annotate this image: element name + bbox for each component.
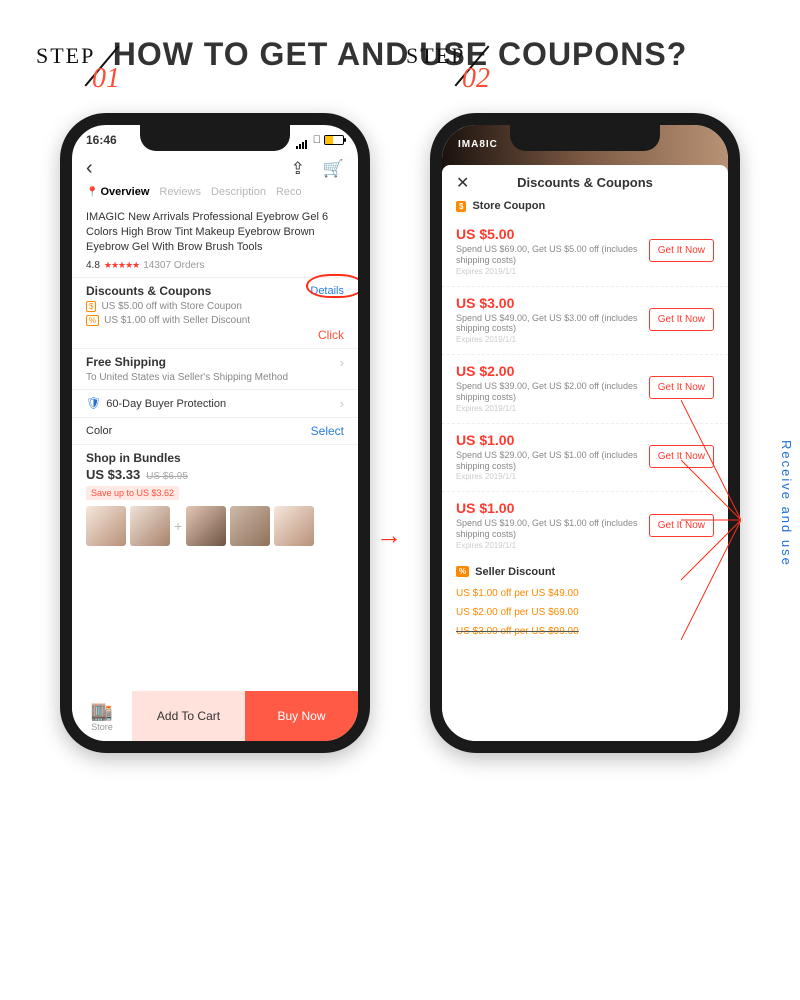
coupon-expiry: Expires 2019/1/1 (456, 404, 649, 413)
plus-icon: + (174, 518, 182, 534)
bundles-heading: Shop in Bundles (86, 451, 344, 465)
coupon-line1: US $5.00 off with Store Coupon (101, 301, 241, 312)
signal-icon (296, 135, 310, 145)
store-coupon-tag-icon: $ (456, 201, 466, 212)
coupon-expiry: Expires 2019/1/1 (456, 541, 649, 550)
step-word: STEP (36, 43, 95, 68)
store-coupon-label: Store Coupon (472, 200, 545, 212)
store-icon: 🏬 (91, 701, 113, 722)
wifi-icon: 􀙇 (313, 134, 321, 146)
bundle-thumb[interactable] (130, 506, 170, 546)
orders-count: 14307 Orders (143, 260, 204, 271)
coupon-condition: Spend US $69.00, Get US $5.00 off (inclu… (456, 244, 649, 266)
bundle-thumb[interactable] (86, 506, 126, 546)
discount-badge-icon: % (86, 315, 99, 326)
bundle-thumb[interactable] (274, 506, 314, 546)
arrow-right-icon: → (376, 520, 402, 551)
coupon-row: US $1.00 Spend US $19.00, Get US $1.00 of… (442, 492, 728, 560)
panel-title: Discounts & Coupons (517, 175, 653, 190)
seller-discount-label: Seller Discount (475, 566, 555, 578)
coupon-row: US $3.00 Spend US $49.00, Get US $3.00 of… (442, 287, 728, 356)
store-button[interactable]: 🏬 Store (72, 691, 132, 741)
coupon-badge-icon: $ (86, 301, 96, 312)
step-number: 01 (92, 63, 120, 95)
coupon-amount: US $1.00 (456, 432, 649, 448)
bundle-thumbs: + (86, 506, 344, 546)
bundle-old-price: US $6.95 (146, 471, 188, 482)
tab-overview[interactable]: 📍Overview (86, 186, 149, 198)
get-it-now-button[interactable]: Get It Now (649, 308, 714, 331)
receive-and-use-label: Receive and use (779, 440, 794, 567)
color-label: Color (86, 425, 112, 437)
product-tabs: 📍Overview Reviews Description Reco (72, 186, 358, 204)
seller-discount-row: US $2.00 off per US $69.00 (442, 603, 728, 622)
cart-icon[interactable]: 🛒 (323, 159, 344, 179)
coupon-row: US $5.00 Spend US $69.00, Get US $5.00 of… (442, 218, 728, 287)
chevron-right-icon[interactable]: › (340, 355, 344, 370)
coupon-amount: US $5.00 (456, 226, 649, 242)
close-icon[interactable]: ✕ (456, 173, 469, 193)
step-number: 02 (462, 63, 490, 95)
coupon-expiry: Expires 2019/1/1 (456, 472, 649, 481)
get-it-now-button[interactable]: Get It Now (649, 239, 714, 262)
coupon-condition: Spend US $49.00, Get US $3.00 off (inclu… (456, 313, 649, 335)
page-title: HOW TO GET AND USE COUPONS? (0, 0, 800, 73)
battery-icon (324, 135, 344, 145)
back-icon[interactable]: ‹ (86, 157, 93, 180)
share-icon[interactable]: ⇪ (291, 159, 305, 179)
coupon-amount: US $1.00 (456, 500, 649, 516)
tab-recommend[interactable]: Reco (276, 186, 302, 198)
coupon-condition: Spend US $29.00, Get US $1.00 off (inclu… (456, 450, 649, 472)
click-annotation: Click (86, 328, 344, 342)
coupon-expiry: Expires 2019/1/1 (456, 335, 649, 344)
discounts-heading: Discounts & Coupons (86, 284, 211, 298)
coupon-row: US $1.00 Spend US $29.00, Get US $1.00 of… (442, 424, 728, 493)
seller-discount-tag-icon: % (456, 566, 469, 577)
get-it-now-button[interactable]: Get It Now (649, 376, 714, 399)
shield-icon: 🛡 (86, 396, 101, 410)
tab-reviews[interactable]: Reviews (159, 186, 201, 198)
bottom-bar: 🏬 Store Add To Cart Buy Now (72, 691, 358, 741)
coupon-expiry: Expires 2019/1/1 (456, 267, 649, 276)
status-time: 16:46 (86, 133, 117, 147)
bundle-thumb[interactable] (186, 506, 226, 546)
phone-frame-1: 16:46 􀙇 ‹ ⇪ 🛒 📍Overview (60, 113, 370, 753)
phone-frame-2: IMA8IC ✕ Discounts & Coupons $ Store Cou… (430, 113, 740, 753)
buy-now-button[interactable]: Buy Now (245, 691, 358, 741)
brand-logo: IMA8IC (458, 139, 498, 150)
get-it-now-button[interactable]: Get It Now (649, 445, 714, 468)
pin-icon: 📍 (86, 187, 98, 198)
chevron-right-icon[interactable]: › (340, 396, 344, 411)
coupon-row: US $2.00 Spend US $39.00, Get US $2.00 of… (442, 355, 728, 424)
rating-stars-icon: ★★★★★ (104, 260, 139, 271)
step-word: STEP (406, 43, 465, 68)
seller-discount-row: US $1.00 off per US $49.00 (442, 584, 728, 603)
bundle-price: US $3.33 (86, 467, 140, 482)
get-it-now-button[interactable]: Get It Now (649, 514, 714, 537)
details-link[interactable]: Details (310, 285, 344, 297)
rating-value: 4.8 (86, 260, 100, 271)
coupon-amount: US $2.00 (456, 363, 649, 379)
shipping-sub: To United States via Seller's Shipping M… (86, 372, 288, 383)
buyer-protection: 🛡60-Day Buyer Protection (86, 396, 226, 410)
tab-description[interactable]: Description (211, 186, 266, 198)
add-to-cart-button[interactable]: Add To Cart (132, 691, 245, 741)
product-title: IMAGIC New Arrivals Professional Eyebrow… (86, 210, 344, 255)
bundle-save-tag: Save up to US $3.62 (86, 486, 179, 500)
coupon-amount: US $3.00 (456, 295, 649, 311)
step1-label: STEP 01 (36, 43, 95, 69)
nav-bar: ‹ ⇪ 🛒 (72, 147, 358, 186)
coupon-condition: Spend US $39.00, Get US $2.00 off (inclu… (456, 381, 649, 403)
bundle-thumb[interactable] (230, 506, 270, 546)
phone-notch (140, 125, 290, 151)
coupon-line2: US $1.00 off with Seller Discount (104, 315, 250, 326)
step2-label: STEP 02 (406, 43, 465, 69)
seller-discount-row: US $3.00 off per US $99.00 (442, 622, 728, 641)
coupon-condition: Spend US $19.00, Get US $1.00 off (inclu… (456, 518, 649, 540)
free-shipping-heading: Free Shipping (86, 355, 166, 369)
select-color-link[interactable]: Select (311, 424, 344, 438)
phone-notch (510, 125, 660, 151)
store-label: Store (91, 722, 113, 732)
